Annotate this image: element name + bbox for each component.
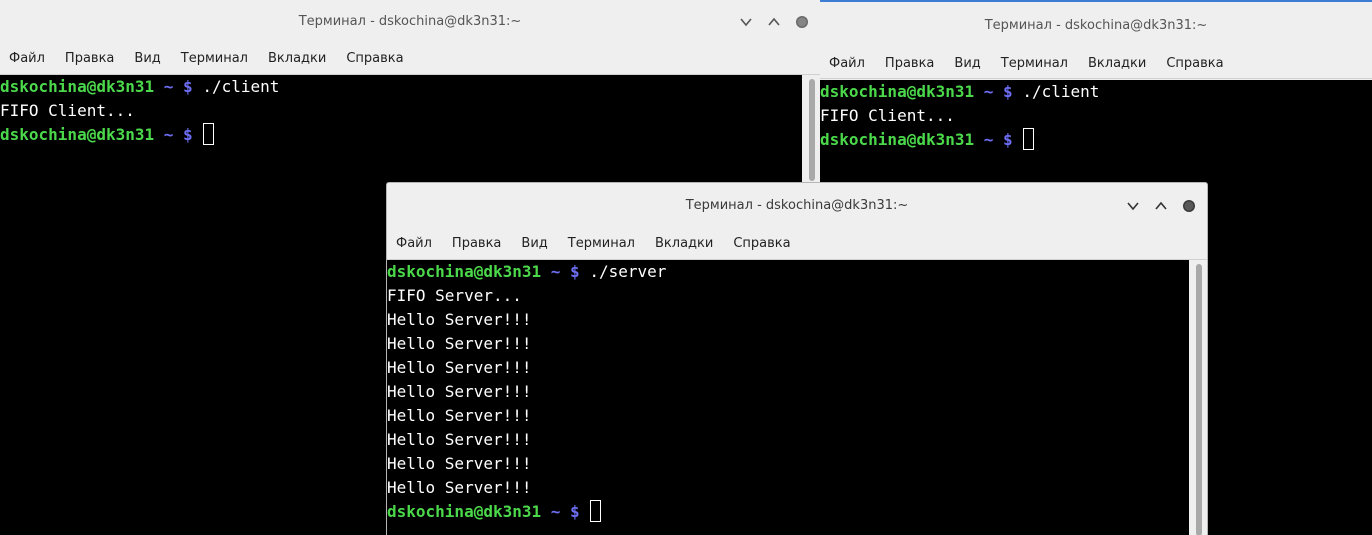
chevron-down-icon [1127, 202, 1139, 211]
command-text: ./client [1022, 82, 1100, 101]
terminal-line: dskochina@dk3n31 ~ $ ./client [820, 80, 1372, 104]
terminal-line: dskochina@dk3n31 ~ $ ./client [0, 75, 802, 99]
menu-terminal[interactable]: Терминал [558, 229, 645, 259]
terminal-line: Hello Server!!! [387, 406, 532, 425]
title-bar[interactable]: Терминал - dskochina@dk3n31:~ [820, 2, 1372, 50]
menu-view[interactable]: Вид [511, 229, 557, 259]
menu-bar: Файл Правка Вид Терминал Вкладки Справка [387, 229, 1207, 260]
chevron-up-icon [768, 17, 780, 26]
prompt-user: dskochina@dk3n31 [0, 77, 155, 96]
terminal-window-server[interactable]: Терминал - dskochina@dk3n31:~ Файл Правк… [386, 182, 1208, 535]
terminal-line: Hello Server!!! [387, 454, 532, 473]
menu-file[interactable]: Файл [0, 44, 55, 74]
terminal-line: dskochina@dk3n31 ~ $ [0, 123, 802, 147]
terminal-line: Hello Server!!! [387, 358, 532, 377]
chevron-down-icon [740, 18, 752, 27]
terminal-line: FIFO Server... [387, 286, 522, 305]
command-text: ./client [202, 77, 280, 96]
menu-terminal[interactable]: Терминал [171, 44, 258, 74]
terminal-output[interactable]: dskochina@dk3n31 ~ $ ./server FIFO Serve… [387, 260, 1189, 535]
close-dot-icon [796, 16, 808, 28]
window-title: Терминал - dskochina@dk3n31:~ [984, 18, 1208, 33]
menu-bar: Файл Правка Вид Терминал Вкладки Справка [820, 50, 1372, 79]
prompt-user: dskochina@dk3n31 [820, 82, 975, 101]
close-button[interactable] [1179, 196, 1199, 216]
terminal-line: Hello Server!!! [387, 382, 532, 401]
terminal-line: dskochina@dk3n31 ~ $ [820, 128, 1372, 152]
menu-file[interactable]: Файл [820, 50, 875, 78]
window-title: Терминал - dskochina@dk3n31:~ [685, 198, 909, 213]
terminal-line: dskochina@dk3n31 ~ $ ./server [387, 260, 1189, 284]
text-cursor [203, 123, 215, 145]
prompt-symbol: $ [1003, 130, 1013, 149]
prompt-symbol: $ [183, 77, 193, 96]
minimize-button[interactable] [1123, 196, 1143, 216]
menu-edit[interactable]: Правка [55, 44, 124, 74]
prompt-dir: ~ [983, 82, 994, 101]
scrollbar[interactable] [1189, 260, 1207, 535]
title-bar[interactable]: Терминал - dskochina@dk3n31:~ [0, 0, 820, 44]
scrollbar-thumb[interactable] [809, 79, 815, 181]
prompt-symbol: $ [1003, 82, 1013, 101]
menu-tabs[interactable]: Вкладки [258, 44, 336, 74]
menu-tabs[interactable]: Вкладки [1078, 50, 1156, 78]
prompt-user: dskochina@dk3n31 [820, 130, 975, 149]
close-dot-icon [1183, 200, 1195, 212]
menu-bar: Файл Правка Вид Терминал Вкладки Справка [0, 44, 820, 75]
command-text: ./server [589, 262, 667, 281]
menu-help[interactable]: Справка [1156, 50, 1233, 78]
menu-help[interactable]: Справка [336, 44, 413, 74]
scrollbar-thumb[interactable] [1196, 264, 1202, 535]
chevron-up-icon [1155, 201, 1167, 210]
prompt-dir: ~ [550, 262, 561, 281]
menu-edit[interactable]: Правка [875, 50, 944, 78]
terminal-line: Hello Server!!! [387, 334, 532, 353]
menu-terminal[interactable]: Терминал [991, 50, 1078, 78]
text-cursor [590, 500, 602, 522]
terminal-line: FIFO Client... [0, 101, 135, 120]
minimize-button[interactable] [736, 12, 756, 32]
menu-view[interactable]: Вид [124, 44, 170, 74]
prompt-user: dskochina@dk3n31 [387, 262, 542, 281]
prompt-symbol: $ [570, 262, 580, 281]
prompt-dir: ~ [163, 125, 174, 144]
text-cursor [1023, 128, 1035, 150]
window-title: Терминал - dskochina@dk3n31:~ [298, 14, 522, 29]
menu-help[interactable]: Справка [723, 229, 800, 259]
menu-file[interactable]: Файл [387, 229, 442, 259]
close-button[interactable] [792, 12, 812, 32]
prompt-dir: ~ [983, 130, 994, 149]
maximize-button[interactable] [764, 12, 784, 32]
prompt-user: dskochina@dk3n31 [0, 125, 155, 144]
prompt-symbol: $ [183, 125, 193, 144]
terminal-line: Hello Server!!! [387, 478, 532, 497]
terminal-line: Hello Server!!! [387, 310, 532, 329]
menu-edit[interactable]: Правка [442, 229, 511, 259]
terminal-line: Hello Server!!! [387, 430, 532, 449]
maximize-button[interactable] [1151, 196, 1171, 216]
terminal-line: FIFO Client... [820, 106, 955, 125]
prompt-symbol: $ [570, 502, 580, 521]
prompt-dir: ~ [163, 77, 174, 96]
terminal-line: dskochina@dk3n31 ~ $ [387, 500, 1189, 524]
title-bar[interactable]: Терминал - dskochina@dk3n31:~ [387, 183, 1207, 229]
menu-view[interactable]: Вид [944, 50, 990, 78]
prompt-user: dskochina@dk3n31 [387, 502, 542, 521]
prompt-dir: ~ [550, 502, 561, 521]
menu-tabs[interactable]: Вкладки [645, 229, 723, 259]
